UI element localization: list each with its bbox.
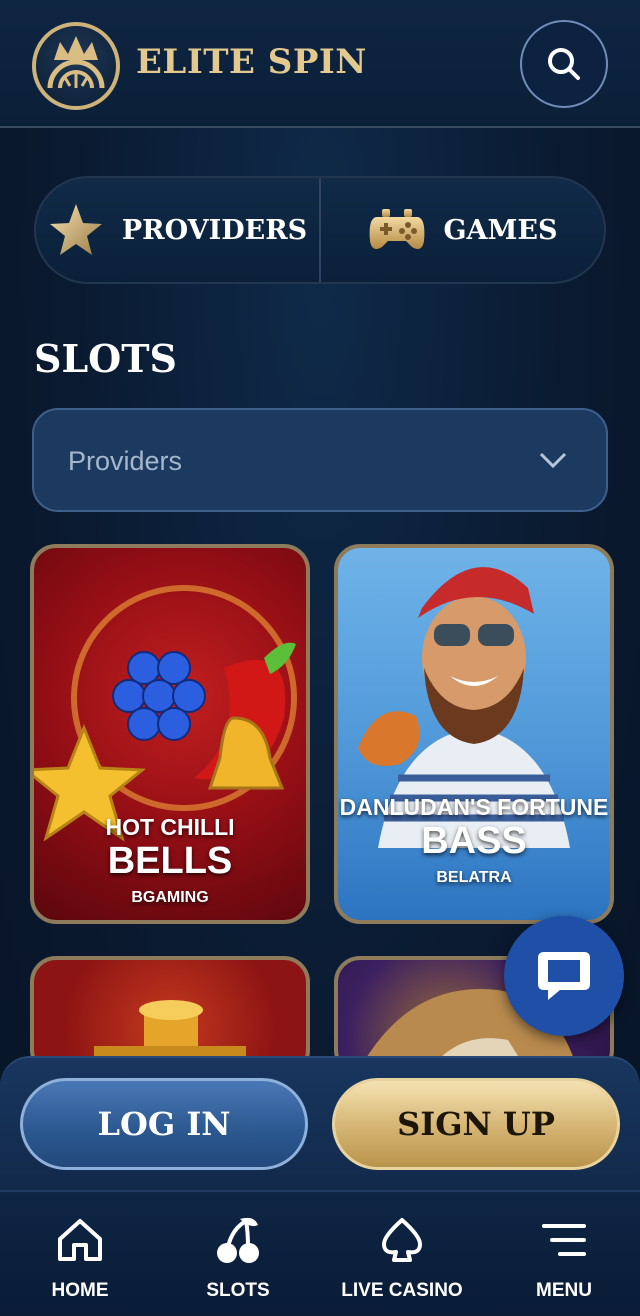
game-card[interactable]: DANLUDAN'S FORTUNE BASS BELATRA <box>334 544 614 924</box>
chat-bubble-icon <box>538 952 590 1000</box>
header: ELITE SPIN <box>0 0 640 128</box>
game-title-big: BASS <box>421 820 527 862</box>
spade-icon <box>382 1218 422 1262</box>
login-button[interactable]: LOG IN <box>20 1078 308 1170</box>
gamepad-icon <box>369 209 424 249</box>
search-icon <box>548 48 580 80</box>
providers-tab-label: PROVIDERS <box>121 214 308 246</box>
game-title-big: BELLS <box>107 840 233 882</box>
nav-item-label: MENU <box>536 1280 592 1301</box>
live-chat-button[interactable] <box>504 916 624 1036</box>
chevron-down-icon <box>539 452 567 469</box>
page-title: SLOTS <box>34 336 177 381</box>
star-icon <box>49 204 102 255</box>
games-tab-label: GAMES <box>443 214 558 246</box>
nav-item-live-casino[interactable]: LIVE CASINO <box>322 1192 482 1316</box>
signup-button[interactable]: SIGN UP <box>332 1078 620 1170</box>
providers-tab[interactable]: PROVIDERS <box>36 178 319 282</box>
nav-item-slots[interactable]: SLOTS <box>158 1192 318 1316</box>
home-icon <box>58 1219 102 1261</box>
nav-item-home[interactable]: HOME <box>0 1192 160 1316</box>
cherries-icon <box>217 1217 259 1263</box>
auth-panel: LOG IN SIGN UP <box>0 1056 640 1190</box>
category-switcher: PROVIDERS GAMES <box>34 176 606 284</box>
providers-dropdown[interactable]: Providers <box>32 408 608 512</box>
crown-roulette-icon <box>47 36 105 89</box>
search-button[interactable] <box>520 20 608 108</box>
nav-item-menu[interactable]: MENU <box>484 1192 640 1316</box>
game-artwork <box>34 585 297 842</box>
nav-item-label: HOME <box>51 1280 109 1301</box>
game-provider: BGAMING <box>131 889 209 906</box>
game-card[interactable]: HOT CHILLI BELLS BGAMING <box>30 544 310 924</box>
bottom-nav: HOME SLOTS LIVE CASINO MENU <box>0 1190 640 1316</box>
nav-item-label: SLOTS <box>206 1280 270 1301</box>
providers-dropdown-placeholder: Providers <box>68 446 183 476</box>
nav-item-label: LIVE CASINO <box>341 1280 463 1301</box>
game-title: HOT CHILLI BELLS BGAMING <box>34 814 306 908</box>
menu-icon <box>542 1224 586 1256</box>
logo[interactable] <box>32 22 120 110</box>
game-provider: BELATRA <box>436 869 512 886</box>
game-title-small: DANLUDAN'S FORTUNE <box>339 794 609 820</box>
games-tab[interactable]: GAMES <box>319 178 604 282</box>
brand-name: ELITE SPIN <box>136 42 367 82</box>
game-title-small: HOT CHILLI <box>105 814 235 840</box>
game-title: DANLUDAN'S FORTUNE BASS BELATRA <box>338 794 610 888</box>
